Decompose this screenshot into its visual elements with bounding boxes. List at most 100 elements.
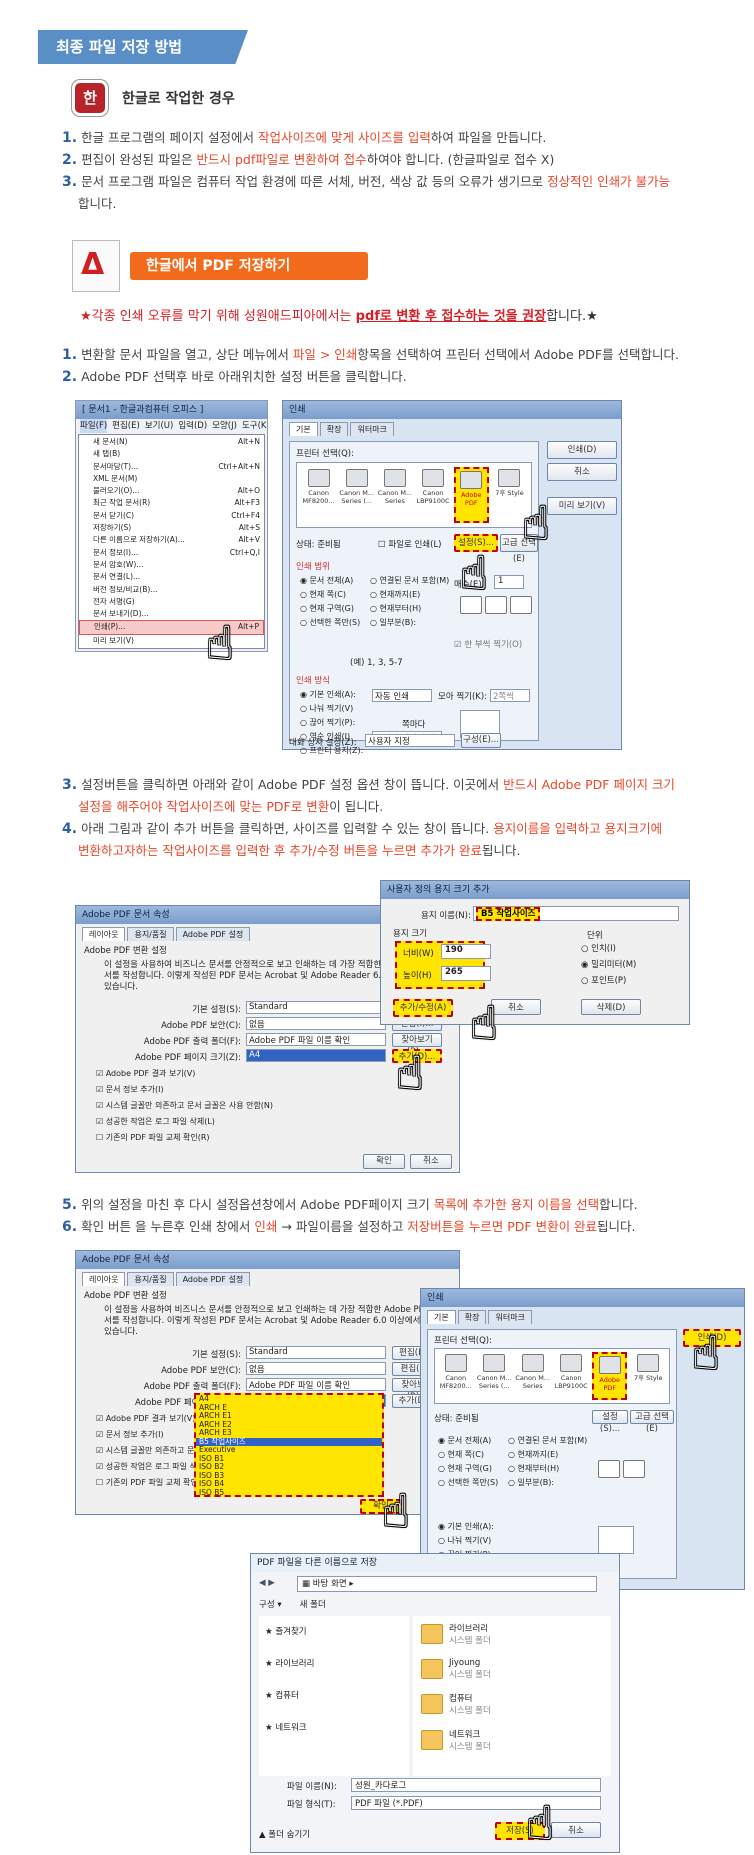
cancel-button[interactable]: 취소 (491, 999, 541, 1015)
radio-option[interactable]: ○ 현재까지(E) (370, 588, 420, 602)
filename-input[interactable]: 성원_카다로그 (351, 1778, 601, 1792)
folder-item[interactable]: Jiyoung 시스템 폴더 (413, 1652, 611, 1686)
printer-item[interactable]: Canon LBP9100C (553, 1352, 588, 1400)
back-forward-icon[interactable]: ◀ ▶ (259, 1578, 275, 1588)
radio-option[interactable]: ○ 현재 쪽(C) (438, 1448, 484, 1462)
nav-item[interactable]: ★ 컴퓨터 (259, 1680, 409, 1712)
radio-option[interactable]: ◉ 문서 전체(A) (300, 574, 353, 588)
setting-select[interactable]: 없음 (246, 1017, 386, 1030)
tab[interactable]: 워터마크 (350, 422, 394, 436)
copies-input[interactable]: 1 (494, 575, 524, 589)
radio-option[interactable]: ○ 현재부터(H) (370, 602, 421, 616)
radio-option[interactable]: ○ 현재까지(E) (508, 1448, 558, 1462)
folder-item[interactable]: 라이브러리 시스템 폴더 (413, 1616, 611, 1652)
file-menu-item[interactable]: 문서 연결(L)... (79, 571, 264, 583)
printer-item[interactable]: Canon LBP9100C (415, 467, 450, 523)
file-menu-item[interactable]: 불러오기(O)... Alt+O (79, 485, 264, 497)
unit-radio[interactable]: ○ 인치(I) (581, 941, 636, 957)
moa-select[interactable]: 2쪽씩 (490, 689, 530, 702)
menubar-item[interactable]: 보기(U) (145, 419, 174, 433)
collate-checkbox[interactable]: ☑ 한 부씩 찍기(O) (454, 638, 522, 650)
tab[interactable]: Adobe PDF 설정 (175, 927, 251, 941)
radio-option[interactable]: ○ 일부분(B): (508, 1476, 554, 1490)
setting-select[interactable]: Standard (246, 1001, 386, 1014)
file-menu-item[interactable]: 문서 암호(W)... (79, 559, 264, 571)
nav-item[interactable]: ★ 라이브러리 (259, 1648, 409, 1680)
checkbox-option[interactable]: ☑ 문서 정보 추가(I) (96, 1082, 273, 1098)
setting-select[interactable]: Adobe PDF 파일 이름 확인 (246, 1378, 386, 1391)
setting-button[interactable]: 찾아보기(B)... (392, 1033, 442, 1057)
setting-select[interactable]: Adobe PDF 파일 이름 확인 (246, 1033, 386, 1046)
checkbox-option[interactable]: ☑ 시스템 글꼴만 의존하고 문서 글꼴은 사용 안함(N) (96, 1098, 273, 1114)
toolbar-item[interactable]: 새 폴더 (300, 1598, 326, 1610)
side-button[interactable]: 인쇄(D) (547, 441, 617, 459)
tab[interactable]: 레이아웃 (82, 927, 126, 941)
delete-button[interactable]: 삭제(D) (581, 999, 641, 1015)
footer-select[interactable]: 사용자 지정 (365, 734, 455, 747)
menubar-item[interactable]: 파일(F) (80, 419, 108, 433)
file-menu-item[interactable]: 새 문서(N) Alt+N (79, 436, 264, 448)
setting-select[interactable]: Standard (246, 1346, 386, 1359)
page-size-option[interactable]: ISO B5 (196, 1488, 382, 1495)
tab[interactable]: 워터마크 (488, 1310, 532, 1324)
radio-option[interactable]: ◉ 기본 인쇄(A): (438, 1520, 558, 1534)
tab[interactable]: 용지/품질 (127, 927, 174, 941)
side-button[interactable]: 취소 (547, 463, 617, 481)
radio-option[interactable]: ○ 현재 구역(G) (438, 1462, 492, 1476)
printer-item[interactable]: Canon M... Series (... (476, 1352, 512, 1400)
menubar-item[interactable]: 편집(E) (112, 419, 140, 433)
file-menu-item[interactable]: 새 탭(B) (79, 448, 264, 460)
tab[interactable]: 확장 (319, 422, 349, 436)
printer-item[interactable]: Canon MF8200... (438, 1352, 473, 1400)
checkbox-option[interactable]: ☑ Adobe PDF 결과 보기(V) (96, 1066, 273, 1082)
printer-setup-button[interactable]: 설정(S)... (592, 1410, 628, 1434)
menubar-item[interactable]: 모양(J) (212, 419, 237, 433)
file-menu-item[interactable]: 문서마당(T)... Ctrl+Alt+N (79, 461, 264, 473)
side-button[interactable]: 미리 보기(V) (547, 497, 617, 515)
printer-item[interactable]: Adobe PDF (453, 467, 489, 523)
tab[interactable]: 기본 (427, 1310, 456, 1324)
address-bar[interactable]: ▦ 바탕 화면 ▸ (297, 1576, 597, 1592)
ok-button[interactable]: 확인 (363, 1154, 405, 1169)
nav-item[interactable]: ★ 즐겨찾기 (259, 1616, 409, 1648)
file-menu-item[interactable]: 전자 서명(G) (79, 596, 264, 608)
radio-option[interactable]: ○ 나눠 찍기(V) (438, 1534, 558, 1548)
folder-item[interactable]: 컴퓨터 시스템 폴더 (413, 1686, 611, 1722)
file-menu-item[interactable]: 인쇄(P)... Alt+P (79, 620, 264, 635)
radio-option[interactable]: ○ 현재부터(H) (508, 1462, 559, 1476)
file-menu-item[interactable]: XML 문서(M) (79, 473, 264, 485)
file-print-checkbox[interactable]: ☐ 파일로 인쇄(L) (378, 538, 442, 550)
radio-option[interactable]: ○ 선택한 쪽만(S) (300, 616, 360, 630)
file-menu-item[interactable]: 버전 정보/비교(B)... (79, 584, 264, 596)
file-menu-item[interactable]: 문서 보내기(D)... (79, 608, 264, 620)
unit-radio[interactable]: ○ 포인트(P) (581, 973, 636, 989)
radio-option[interactable]: ○ 나눠 찍기(V) (300, 702, 420, 716)
radio-option[interactable]: ◉ 문서 전체(A) (438, 1434, 491, 1448)
file-menu-item[interactable]: 미리 보기(V) (79, 635, 264, 647)
folder-item[interactable]: 네트워크 시스템 폴더 (413, 1722, 611, 1758)
menubar-item[interactable]: 입력(D) (178, 419, 207, 433)
advanced-button[interactable]: 고급 선택(E) (630, 1410, 674, 1434)
checkbox-option[interactable]: ☑ 성공한 작업은 로그 파일 삭제(L) (96, 1114, 273, 1130)
printer-item[interactable]: Canon M... Series (... (339, 467, 374, 523)
file-menu-item[interactable]: 문서 정보(I)... Ctrl+Q,I (79, 547, 264, 559)
toolbar-item[interactable]: 구성 ▾ (259, 1598, 282, 1610)
printer-item[interactable]: Canon MF8200... (301, 467, 336, 523)
radio-option[interactable]: ○ 현재 구역(G) (300, 602, 354, 616)
compose-button[interactable]: 구성(E)... (461, 733, 501, 748)
radio-option[interactable]: ○ 연결된 문서 포함(M) (370, 574, 449, 588)
nav-item[interactable]: ★ 네트워크 (259, 1712, 409, 1744)
setting-select[interactable]: 없음 (246, 1362, 386, 1375)
hide-folders-toggle[interactable]: ▲ 폴더 숨기기 (259, 1828, 310, 1840)
checkbox-option[interactable]: ☐ 기존의 PDF 파일 교체 확인(R) (96, 1130, 273, 1146)
cancel-button[interactable]: 취소 (410, 1154, 452, 1169)
cancel-button[interactable]: 취소 (551, 1822, 601, 1838)
radio-option[interactable]: ○ 연결된 문서 포함(M) (508, 1434, 587, 1448)
unit-radio[interactable]: ◉ 밀리미터(M) (581, 957, 636, 973)
radio-option[interactable]: ○ 선택한 쪽만(S) (438, 1476, 498, 1490)
setting-select[interactable]: A4 (246, 1049, 386, 1062)
paper-name-input[interactable]: B5 작업사이즈 (473, 906, 679, 921)
printer-item[interactable]: Canon M... Series (377, 467, 412, 523)
printer-item[interactable]: 7후 Style (630, 1352, 665, 1400)
printer-item[interactable]: Adobe PDF (591, 1352, 628, 1400)
